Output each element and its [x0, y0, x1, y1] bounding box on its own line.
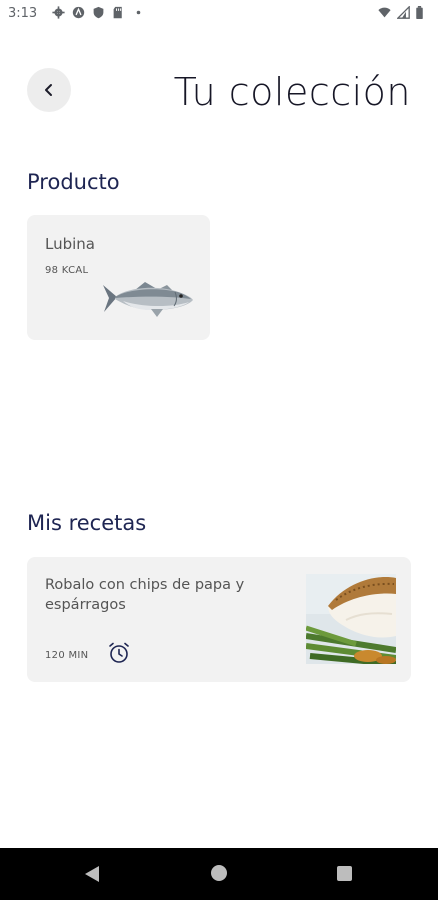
chevron-left-icon	[45, 84, 52, 96]
status-icons-left	[52, 6, 145, 19]
back-button[interactable]	[27, 68, 71, 112]
sd-card-icon	[113, 6, 122, 19]
grilled-fish-image	[306, 574, 396, 664]
dot-icon	[136, 10, 141, 15]
product-kcal: 98 KCAL	[45, 265, 89, 276]
section-title-producto: Producto	[27, 170, 120, 194]
vpn-icon	[72, 6, 85, 19]
section-title-mis-recetas: Mis recetas	[27, 511, 147, 535]
page-title: Tu colección	[173, 70, 411, 114]
settings-icon	[52, 6, 65, 19]
nav-back-icon[interactable]	[84, 865, 100, 883]
shield-icon	[93, 6, 104, 19]
alarm-clock-icon	[109, 642, 129, 663]
status-time: 3:13	[8, 6, 38, 21]
recipe-time: 120 MIN	[45, 650, 89, 661]
recipe-card[interactable]: Robalo con chips de papa y espárragos 12…	[27, 557, 411, 682]
product-name: Lubina	[45, 235, 95, 253]
signal-icon	[397, 6, 410, 19]
nav-recents-icon[interactable]	[337, 866, 352, 881]
product-card[interactable]: Lubina 98 KCAL	[27, 215, 210, 340]
fish-image	[103, 282, 193, 317]
nav-home-icon[interactable]	[211, 865, 227, 881]
recipe-name: Robalo con chips de papa y espárragos	[45, 577, 245, 613]
status-icons-right	[377, 6, 424, 19]
system-nav-bar	[0, 848, 438, 900]
battery-icon	[416, 6, 423, 19]
status-bar: 3:13	[0, 0, 438, 28]
wifi-icon	[378, 7, 391, 18]
